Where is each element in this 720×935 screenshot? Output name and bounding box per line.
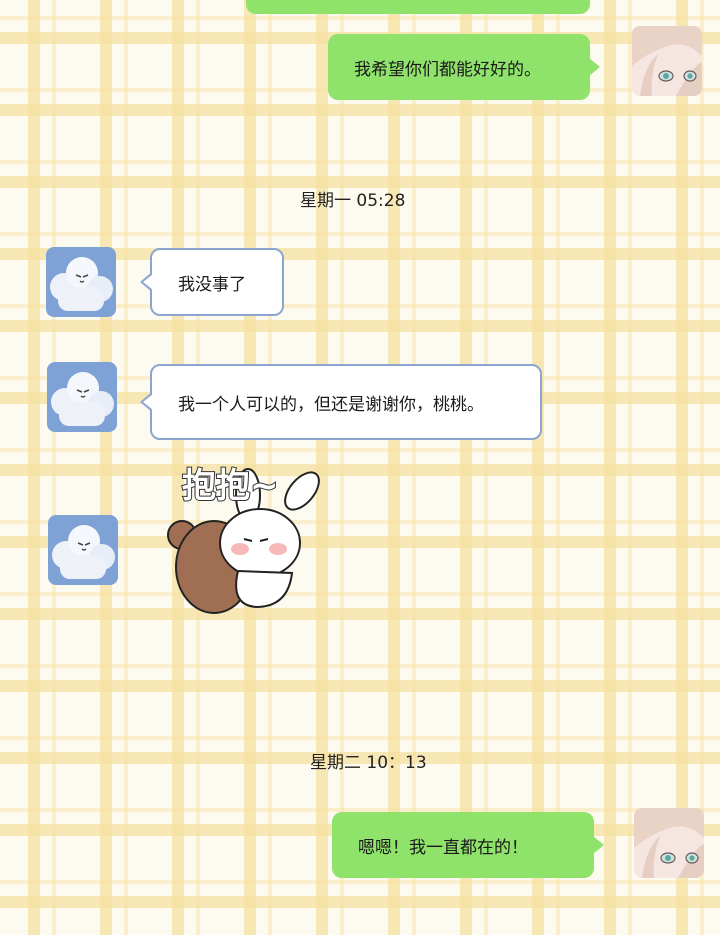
friend-avatar[interactable] xyxy=(48,515,118,585)
bubble-tail xyxy=(140,272,153,292)
friend-avatar[interactable] xyxy=(46,247,116,317)
message-text: 我没事了 xyxy=(178,274,246,295)
hug-sticker-label: 抱抱~ xyxy=(181,465,280,507)
cloud-creature-avatar-icon xyxy=(48,515,118,585)
timestamp: 星期一 05:28 xyxy=(300,191,406,211)
message-bubble-incoming[interactable]: 我没事了 xyxy=(140,248,284,316)
friend-avatar[interactable] xyxy=(47,362,117,432)
message-bubble-outgoing[interactable]: 嗯嗯！我一直都在的！ xyxy=(332,812,604,878)
svg-text:抱抱~: 抱抱~ xyxy=(182,466,279,506)
timestamp: 星期二 10：13 xyxy=(310,753,427,773)
anime-girl-avatar-icon xyxy=(634,808,704,878)
me-avatar[interactable] xyxy=(632,26,702,96)
message-bubble-incoming[interactable]: 我一个人可以的，但还是谢谢你，桃桃。 xyxy=(140,364,542,440)
cloud-creature-avatar-icon xyxy=(47,362,117,432)
me-avatar[interactable] xyxy=(634,808,704,878)
previous-message-bubble[interactable] xyxy=(246,0,590,14)
message-text: 我希望你们都能好好的。 xyxy=(354,59,541,80)
message-text: 我一个人可以的，但还是谢谢你，桃桃。 xyxy=(178,394,484,415)
message-bubble-outgoing[interactable]: 我希望你们都能好好的。 xyxy=(328,34,600,100)
cloud-creature-avatar-icon xyxy=(46,247,116,317)
anime-girl-avatar-icon xyxy=(632,26,702,96)
hug-sticker[interactable]: 抱抱~ xyxy=(160,455,330,620)
bubble-tail xyxy=(140,392,153,412)
bubble-tail xyxy=(593,836,604,854)
bubble-tail xyxy=(589,58,600,76)
message-text: 嗯嗯！我一直都在的！ xyxy=(358,837,528,858)
